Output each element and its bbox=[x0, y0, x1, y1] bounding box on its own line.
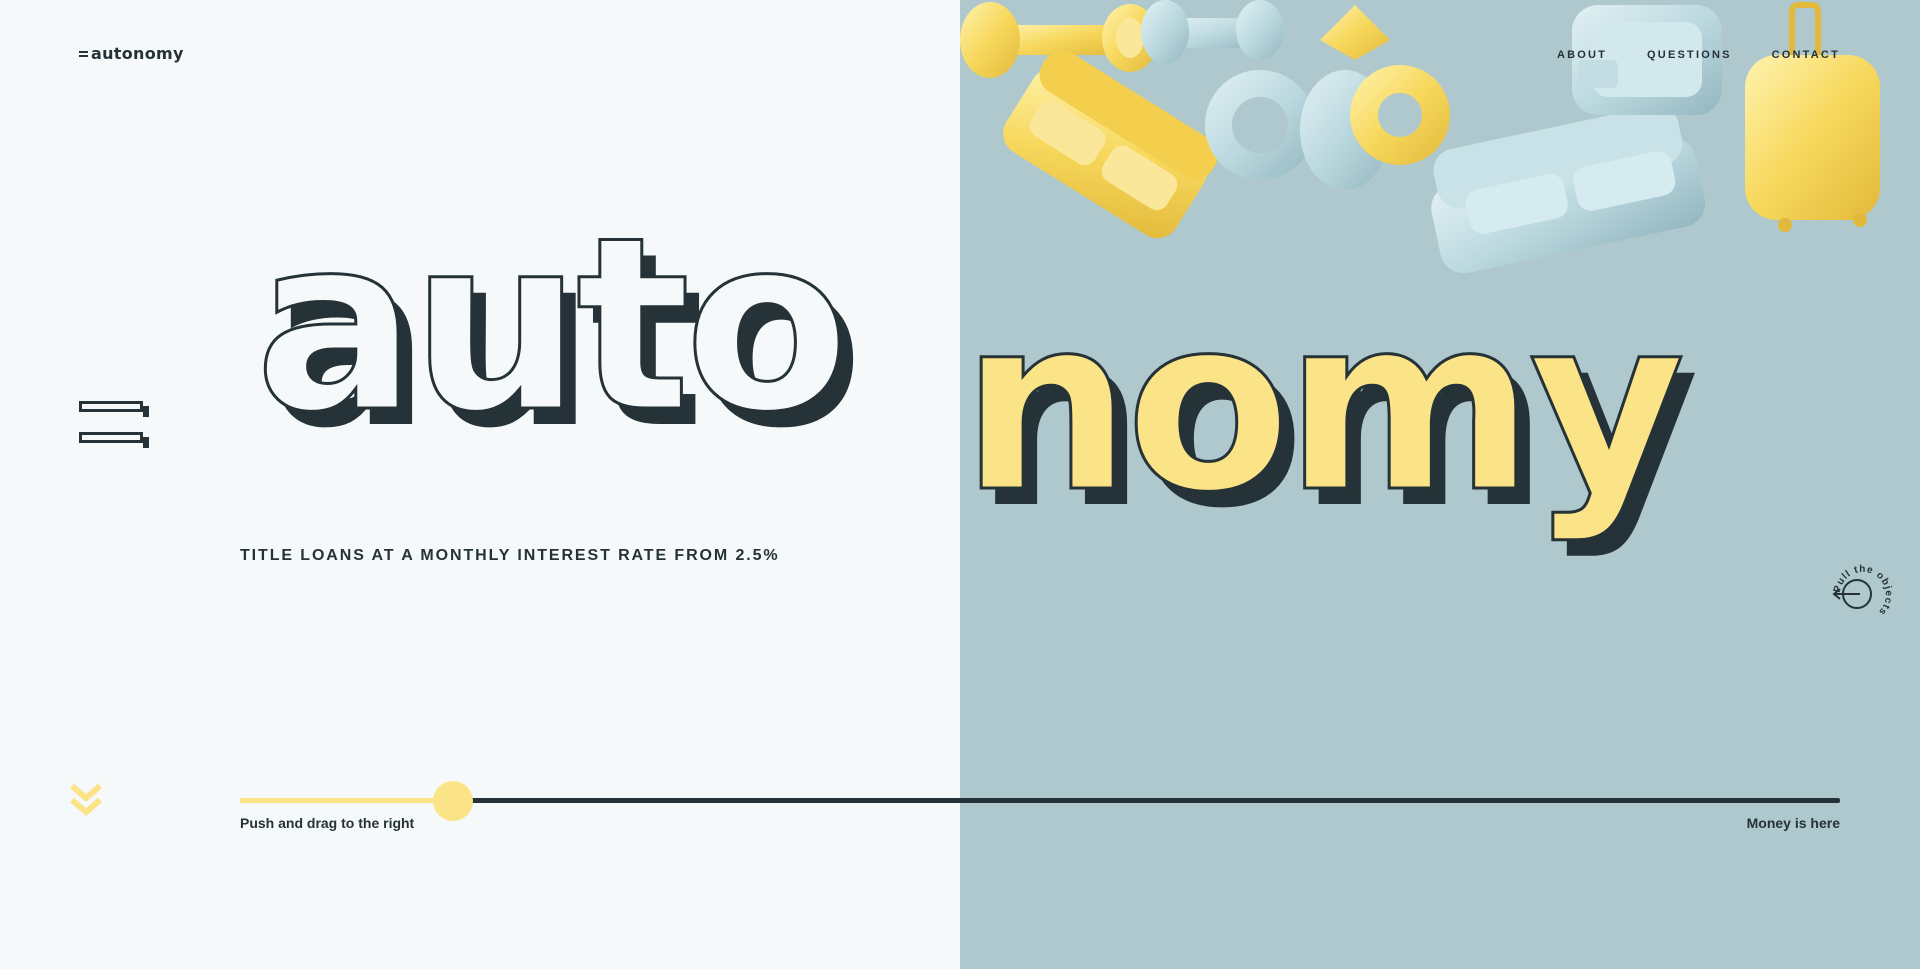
suitcase-yellow-object[interactable] bbox=[1745, 2, 1880, 232]
loan-slider[interactable]: Push and drag to the right Money is here bbox=[240, 780, 1840, 840]
slider-track[interactable] bbox=[240, 798, 1840, 803]
slider-right-label: Money is here bbox=[1746, 815, 1840, 831]
logo[interactable]: autonomy bbox=[79, 44, 184, 63]
menu-bars-icon[interactable] bbox=[79, 401, 151, 449]
hero-tagline: TITLE LOANS AT A MONTHLY INTEREST RATE F… bbox=[240, 547, 780, 564]
headline-left: auto bbox=[255, 185, 843, 465]
headline-right: nomy bbox=[961, 265, 1682, 545]
pull-objects-text: Pull the objects bbox=[1832, 564, 1894, 618]
logo-mark-icon bbox=[79, 50, 88, 57]
slider-left-label: Push and drag to the right bbox=[240, 815, 415, 831]
hero-headline: auto auto nomy nomy bbox=[254, 184, 1915, 618]
dumbbell-blue-object[interactable] bbox=[1141, 0, 1284, 64]
double-chevron-down-icon[interactable] bbox=[70, 782, 102, 822]
slider-thumb[interactable] bbox=[432, 781, 473, 821]
sofa-blue-object[interactable] bbox=[1420, 99, 1710, 277]
main-nav: ABOUT QUESTIONS CONTACT bbox=[1557, 49, 1840, 61]
slider-fill bbox=[240, 798, 453, 803]
sofa-yellow-object[interactable] bbox=[995, 43, 1226, 247]
nav-about[interactable]: ABOUT bbox=[1557, 49, 1607, 61]
pull-objects-hint[interactable]: Pull the objects bbox=[1828, 558, 1898, 628]
nav-questions[interactable]: QUESTIONS bbox=[1647, 49, 1732, 61]
nav-contact[interactable]: CONTACT bbox=[1772, 49, 1840, 61]
logo-text: autonomy bbox=[91, 44, 184, 63]
floating-objects[interactable] bbox=[960, 0, 1920, 290]
circle-arrow-left-icon bbox=[1832, 579, 1872, 609]
